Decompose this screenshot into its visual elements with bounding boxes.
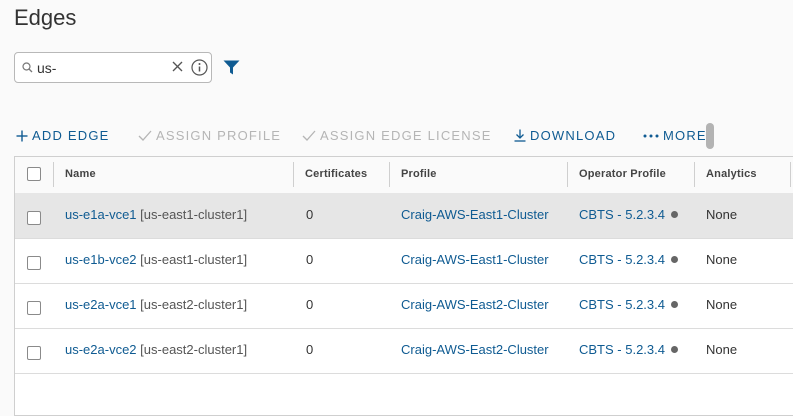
column-divider [389, 162, 390, 187]
operator-profile-cell: CBTS - 5.2.3.4 [579, 207, 678, 222]
analytics-cell: None [706, 342, 738, 357]
select-all-checkbox[interactable] [27, 167, 41, 181]
column-divider [694, 162, 695, 187]
operator-profile-link[interactable]: CBTS - 5.2.3.4 [579, 342, 665, 357]
operator-profile-link[interactable]: CBTS - 5.2.3.4 [579, 297, 665, 312]
table-row[interactable]: us-e2a-vce2 [us-east2-cluster1] 0 Craig-… [15, 328, 793, 374]
download-label: DOWNLOAD [530, 128, 617, 143]
search-input[interactable] [37, 58, 177, 77]
operator-profile-link[interactable]: CBTS - 5.2.3.4 [579, 252, 665, 267]
scrollbar-thumb[interactable] [706, 123, 714, 149]
row-checkbox[interactable] [27, 301, 41, 315]
certificates-cell: 0 [306, 207, 314, 222]
table-header: Name Certificates Profile Operator Profi… [15, 157, 793, 194]
add-edge-button[interactable]: ADD EDGE [16, 128, 110, 143]
column-header-profile[interactable]: Profile [401, 168, 437, 180]
certificates-cell: 0 [306, 342, 314, 357]
analytics-cell: None [706, 297, 738, 312]
ellipsis-icon [643, 134, 659, 137]
analytics-cell: None [706, 252, 738, 267]
analytics-cell: None [706, 207, 738, 222]
edge-name-link[interactable]: us-e2a-vce2 [65, 342, 137, 357]
table-row[interactable]: us-e2a-vce1 [us-east2-cluster1] 0 Craig-… [15, 283, 793, 329]
edge-name-cell: us-e2a-vce2 [us-east2-cluster1] [65, 342, 247, 357]
column-header-name[interactable]: Name [65, 168, 96, 180]
assign-profile-button[interactable]: ASSIGN PROFILE [138, 128, 281, 143]
info-icon[interactable] [191, 59, 208, 76]
download-button[interactable]: DOWNLOAD [514, 128, 616, 143]
profile-link[interactable]: Craig-AWS-East1-Cluster [401, 252, 549, 267]
status-dot-icon [670, 301, 678, 308]
search-icon [22, 62, 33, 73]
edge-cluster: [us-east1-cluster1] [140, 207, 248, 222]
column-divider [567, 162, 568, 187]
more-label: MORE [663, 128, 707, 143]
row-checkbox[interactable] [27, 211, 41, 225]
search-box [14, 52, 212, 83]
edge-name-link[interactable]: us-e1a-vce1 [65, 207, 137, 222]
assign-edge-license-button[interactable]: ASSIGN EDGE LICENSE [302, 128, 492, 143]
column-divider [293, 162, 294, 187]
column-header-analytics[interactable]: Analytics [706, 168, 757, 180]
operator-profile-cell: CBTS - 5.2.3.4 [579, 252, 678, 267]
add-edge-label: ADD EDGE [32, 128, 110, 143]
column-divider [53, 162, 54, 187]
check-icon [138, 130, 152, 141]
edge-cluster: [us-east2-cluster1] [140, 297, 248, 312]
more-button[interactable]: MORE [643, 128, 707, 143]
check-icon [302, 130, 316, 141]
certificates-cell: 0 [306, 252, 314, 267]
edge-cluster: [us-east1-cluster1] [140, 252, 248, 267]
page-title: Edges [14, 5, 77, 30]
profile-link[interactable]: Craig-AWS-East2-Cluster [401, 342, 549, 357]
table-row[interactable]: us-e1a-vce1 [us-east1-cluster1] 0 Craig-… [15, 193, 793, 239]
edge-name-cell: us-e1a-vce1 [us-east1-cluster1] [65, 207, 247, 222]
assign-profile-label: ASSIGN PROFILE [156, 128, 282, 143]
row-checkbox[interactable] [27, 346, 41, 360]
filter-icon[interactable] [223, 60, 240, 75]
edge-name-link[interactable]: us-e2a-vce1 [65, 297, 137, 312]
operator-profile-cell: CBTS - 5.2.3.4 [579, 342, 678, 357]
edge-name-link[interactable]: us-e1b-vce2 [65, 252, 137, 267]
profile-link[interactable]: Craig-AWS-East1-Cluster [401, 207, 549, 222]
edge-name-cell: us-e2a-vce1 [us-east2-cluster1] [65, 297, 247, 312]
assign-edge-license-label: ASSIGN EDGE LICENSE [320, 128, 492, 143]
certificates-cell: 0 [306, 297, 314, 312]
plus-icon [16, 130, 28, 141]
close-icon[interactable] [172, 61, 183, 72]
status-dot-icon [670, 346, 678, 353]
profile-link[interactable]: Craig-AWS-East2-Cluster [401, 297, 549, 312]
edges-table: Name Certificates Profile Operator Profi… [14, 156, 793, 416]
row-checkbox[interactable] [27, 256, 41, 270]
status-dot-icon [670, 211, 678, 218]
operator-profile-cell: CBTS - 5.2.3.4 [579, 297, 678, 312]
download-icon [514, 129, 526, 142]
edge-name-cell: us-e1b-vce2 [us-east1-cluster1] [65, 252, 247, 267]
column-header-certificates[interactable]: Certificates [305, 168, 367, 180]
edge-cluster: [us-east2-cluster1] [140, 342, 248, 357]
operator-profile-link[interactable]: CBTS - 5.2.3.4 [579, 207, 665, 222]
status-dot-icon [670, 256, 678, 263]
table-row[interactable]: us-e1b-vce2 [us-east1-cluster1] 0 Craig-… [15, 238, 793, 284]
column-header-operator-profile[interactable]: Operator Profile [579, 168, 666, 180]
column-divider [790, 162, 791, 187]
